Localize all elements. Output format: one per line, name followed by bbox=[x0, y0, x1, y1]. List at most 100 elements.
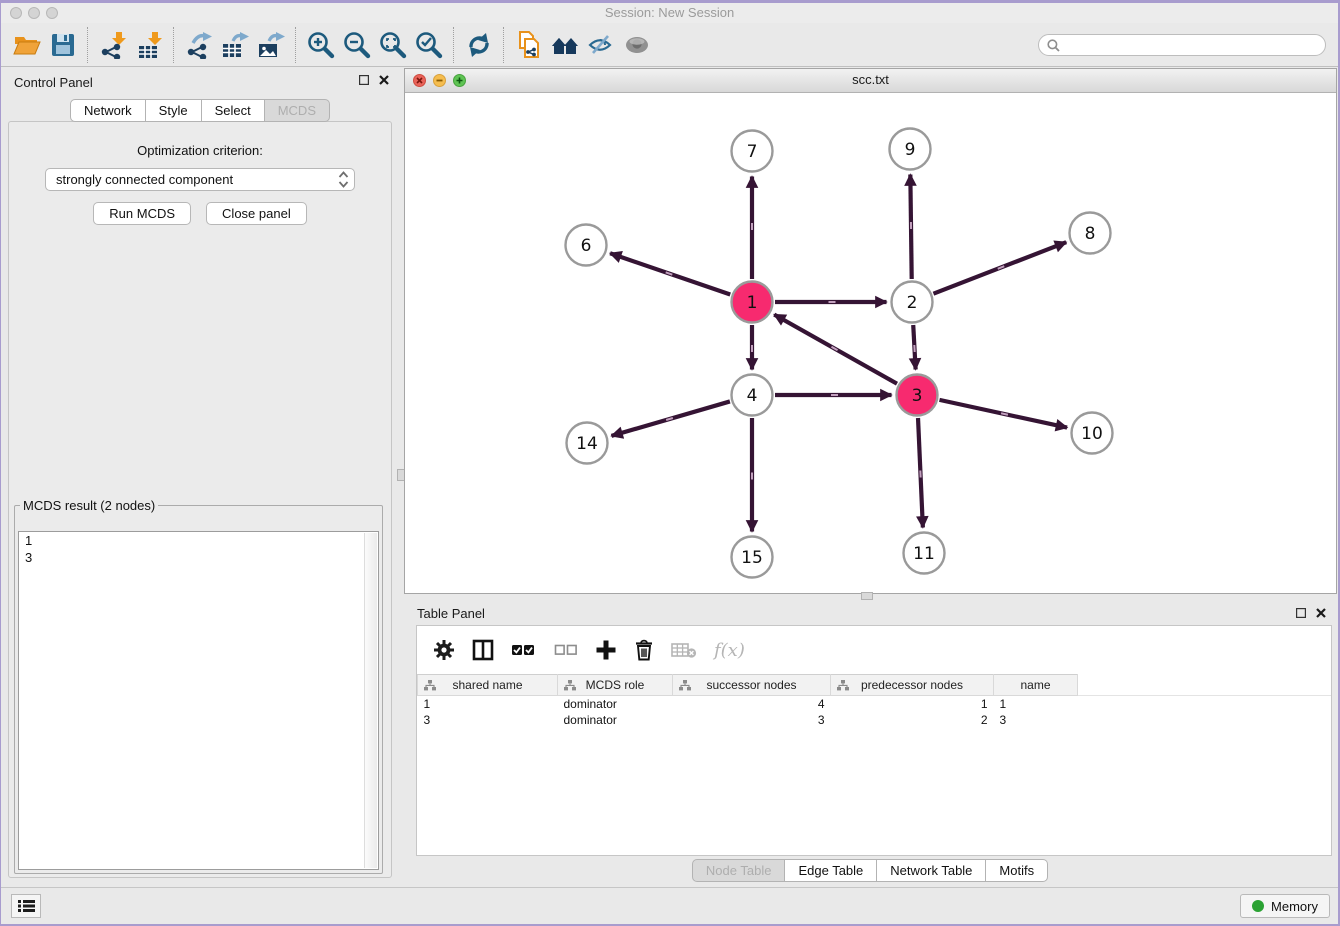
memory-button[interactable]: Memory bbox=[1240, 894, 1330, 918]
column-header-name[interactable]: name bbox=[994, 675, 1078, 696]
deselect-all-icon[interactable] bbox=[554, 640, 578, 660]
show-graphics-button[interactable] bbox=[619, 27, 655, 63]
close-panel-button[interactable]: Close panel bbox=[206, 202, 307, 225]
home-view-button[interactable] bbox=[547, 27, 583, 63]
table-cell[interactable]: 2 bbox=[831, 712, 994, 728]
delete-table-icon[interactable] bbox=[671, 641, 697, 659]
close-network-icon[interactable] bbox=[413, 74, 426, 87]
node-4[interactable]: 4 bbox=[732, 375, 773, 416]
toolbar-separator bbox=[173, 27, 175, 63]
table-cell[interactable]: 1 bbox=[994, 696, 1078, 713]
mcds-result-list[interactable]: 13 bbox=[18, 531, 379, 870]
result-item[interactable]: 1 bbox=[19, 532, 378, 549]
node-label: 6 bbox=[581, 236, 592, 256]
refresh-button[interactable] bbox=[461, 27, 497, 63]
search-icon bbox=[1047, 39, 1060, 52]
zoom-selected-button[interactable] bbox=[411, 27, 447, 63]
hide-details-button[interactable] bbox=[583, 27, 619, 63]
zoom-in-button[interactable] bbox=[303, 27, 339, 63]
delete-column-trash-icon[interactable] bbox=[634, 639, 654, 661]
close-panel-icon[interactable] bbox=[379, 75, 389, 85]
select-all-icon[interactable] bbox=[511, 640, 537, 660]
add-column-icon[interactable] bbox=[595, 639, 617, 661]
control-panel-title: Control Panel bbox=[14, 75, 93, 90]
node-3[interactable]: 3 bbox=[897, 375, 938, 416]
export-network-button[interactable] bbox=[181, 27, 217, 63]
optimization-criterion-label: Optimization criterion: bbox=[9, 143, 391, 158]
window-traffic-lights[interactable] bbox=[10, 7, 58, 19]
table-cell[interactable]: 1 bbox=[418, 696, 558, 713]
result-item[interactable]: 3 bbox=[19, 549, 378, 566]
node-11[interactable]: 11 bbox=[904, 533, 945, 574]
table-row[interactable]: 3dominator323 bbox=[418, 712, 1332, 728]
node-table[interactable]: shared nameMCDS rolesuccessor nodesprede… bbox=[417, 674, 1331, 728]
node-7[interactable]: 7 bbox=[732, 131, 773, 172]
maximize-network-icon[interactable] bbox=[453, 74, 466, 87]
close-window-icon[interactable] bbox=[10, 7, 22, 19]
tab-motifs[interactable]: Motifs bbox=[986, 859, 1048, 882]
tab-mcds[interactable]: MCDS bbox=[265, 99, 330, 122]
criterion-select[interactable]: strongly connected component bbox=[45, 168, 355, 191]
table-cell[interactable]: dominator bbox=[558, 696, 673, 713]
column-header-mcds-role[interactable]: MCDS role bbox=[558, 675, 673, 696]
task-history-button[interactable] bbox=[11, 894, 41, 918]
node-8[interactable]: 8 bbox=[1070, 213, 1111, 254]
table-cell[interactable]: 3 bbox=[673, 712, 831, 728]
status-bar: Memory bbox=[1, 887, 1338, 924]
tab-network[interactable]: Network bbox=[70, 99, 146, 122]
table-row[interactable]: 1dominator411 bbox=[418, 696, 1332, 713]
search-input[interactable] bbox=[1066, 37, 1317, 54]
node-1[interactable]: 1 bbox=[732, 282, 773, 323]
node-9[interactable]: 9 bbox=[890, 129, 931, 170]
table-panel-header: Table Panel bbox=[404, 599, 1336, 625]
column-header-predecessor-nodes[interactable]: predecessor nodes bbox=[831, 675, 994, 696]
column-header-shared-name[interactable]: shared name bbox=[418, 675, 558, 696]
close-table-panel-icon[interactable] bbox=[1316, 608, 1326, 618]
open-session-button[interactable] bbox=[9, 27, 45, 63]
node-14[interactable]: 14 bbox=[567, 423, 608, 464]
table-cell[interactable]: 4 bbox=[673, 696, 831, 713]
tab-style[interactable]: Style bbox=[146, 99, 202, 122]
result-scrollbar[interactable] bbox=[364, 533, 377, 868]
node-label: 15 bbox=[741, 548, 763, 568]
network-view-window: scc.txt 7 9 6 8 1 2 4 3 14 10 15 11 bbox=[404, 68, 1337, 594]
node-label: 11 bbox=[913, 544, 935, 564]
zoom-fit-button[interactable] bbox=[375, 27, 411, 63]
network-canvas[interactable]: 7 9 6 8 1 2 4 3 14 10 15 11 bbox=[405, 93, 1334, 592]
node-15[interactable]: 15 bbox=[732, 537, 773, 578]
tab-network-table[interactable]: Network Table bbox=[877, 859, 986, 882]
network-title: scc.txt bbox=[405, 69, 1336, 91]
node-6[interactable]: 6 bbox=[566, 225, 607, 266]
node-table-header[interactable]: shared nameMCDS rolesuccessor nodesprede… bbox=[418, 675, 1332, 696]
column-header-successor-nodes[interactable]: successor nodes bbox=[673, 675, 831, 696]
minimize-network-icon[interactable] bbox=[433, 74, 446, 87]
maximize-window-icon[interactable] bbox=[46, 7, 58, 19]
minimize-window-icon[interactable] bbox=[28, 7, 40, 19]
import-network-button[interactable] bbox=[95, 27, 131, 63]
table-cell[interactable]: 3 bbox=[418, 712, 558, 728]
table-cell[interactable]: 3 bbox=[994, 712, 1078, 728]
clone-network-button[interactable] bbox=[511, 27, 547, 63]
node-10[interactable]: 10 bbox=[1072, 413, 1113, 454]
table-settings-gear-icon[interactable] bbox=[433, 639, 455, 661]
export-image-button[interactable] bbox=[253, 27, 289, 63]
tab-node-table[interactable]: Node Table bbox=[692, 859, 786, 882]
search-box[interactable] bbox=[1038, 34, 1326, 56]
export-table-button[interactable] bbox=[217, 27, 253, 63]
table-cell[interactable]: 1 bbox=[831, 696, 994, 713]
show-columns-icon[interactable] bbox=[472, 639, 494, 661]
control-panel-header: Control Panel bbox=[1, 66, 399, 96]
import-table-button[interactable] bbox=[131, 27, 167, 63]
network-window-titlebar: scc.txt bbox=[405, 69, 1336, 93]
tab-edge-table[interactable]: Edge Table bbox=[785, 859, 877, 882]
node-2[interactable]: 2 bbox=[892, 282, 933, 323]
float-table-panel-icon[interactable] bbox=[1296, 608, 1306, 618]
float-panel-icon[interactable] bbox=[359, 75, 369, 85]
run-mcds-button[interactable]: Run MCDS bbox=[93, 202, 191, 225]
tab-select[interactable]: Select bbox=[202, 99, 265, 122]
function-builder-button[interactable]: f(x) bbox=[714, 640, 745, 661]
node-table-rows[interactable]: 1dominator4113dominator323 bbox=[418, 696, 1332, 729]
table-cell[interactable]: dominator bbox=[558, 712, 673, 728]
save-session-button[interactable] bbox=[45, 27, 81, 63]
zoom-out-button[interactable] bbox=[339, 27, 375, 63]
